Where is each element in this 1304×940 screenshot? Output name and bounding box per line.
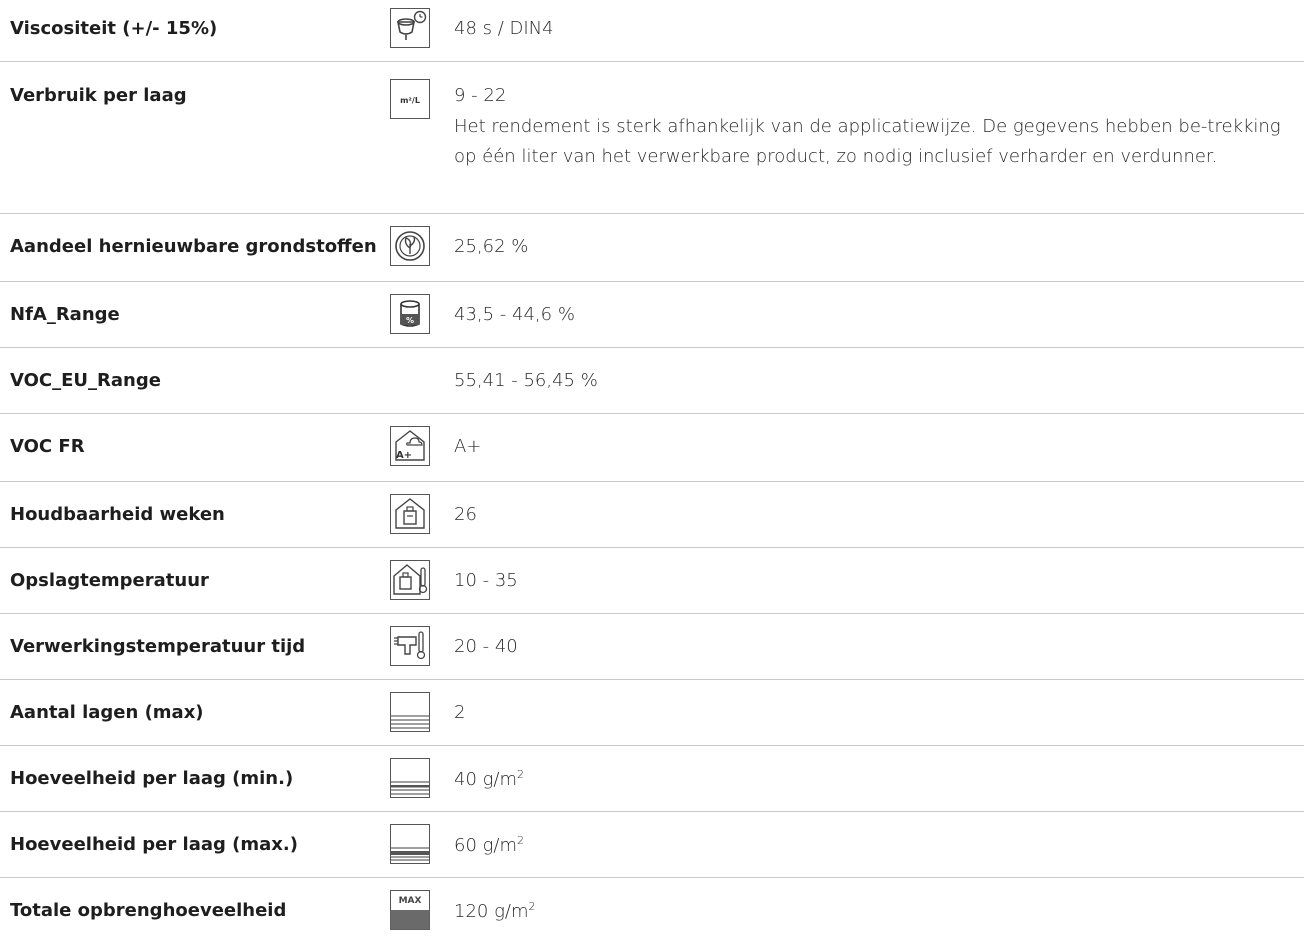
voc-fr-house-icon: A+ — [390, 426, 430, 466]
row-label: Viscositeit (+/- 15%) — [10, 18, 218, 39]
row-label: Hoeveelheid per laag (max.) — [10, 834, 298, 855]
table-row: VOC_EU_Range 55,41 - 56,45 % — [0, 348, 1304, 414]
row-value: 48 s / DIN4 — [454, 18, 554, 39]
storage-temperature-icon — [390, 560, 430, 600]
table-row: Opslagtemperatuur 10 - 35 — [0, 548, 1304, 614]
row-label: Opslagtemperatuur — [10, 570, 209, 591]
spray-gun-thermometer-icon — [390, 626, 430, 666]
row-value: 55,41 - 56,45 % — [454, 370, 598, 391]
row-value: 20 - 40 — [454, 636, 518, 657]
table-row: NfA_Range % 43,5 - 44,6 % — [0, 282, 1304, 348]
row-value: 40 g/m2 — [454, 768, 525, 790]
row-label: Hoeveelheid per laag (min.) — [10, 768, 294, 789]
table-row: Viscositeit (+/- 15%) 48 s / DIN4 — [0, 0, 1304, 62]
row-value: 9 - 22 Het rendement is sterk afhankelij… — [454, 85, 1304, 172]
table-row: VOC FR A+ A+ — [0, 414, 1304, 482]
renewable-leaf-icon — [390, 226, 430, 266]
row-value: A+ — [454, 436, 482, 457]
table-row: Verwerkingstemperatuur tijd 20 - 40 — [0, 614, 1304, 680]
row-value: 2 — [454, 702, 466, 723]
row-label: Verwerkingstemperatuur tijd — [10, 636, 306, 657]
table-row: Hoeveelheid per laag (max.) 60 g/m2 — [0, 812, 1304, 878]
layer-min-icon — [390, 758, 430, 798]
layers-count-icon — [390, 692, 430, 732]
row-value: 26 — [454, 504, 477, 525]
viscosity-cup-timer-icon — [390, 8, 430, 48]
svg-text:m²/L: m²/L — [400, 96, 420, 105]
svg-text:MAX: MAX — [399, 896, 422, 906]
m2-per-liter-icon: m²/L — [390, 79, 430, 119]
table-row: Hoeveelheid per laag (min.) 40 g/m2 — [0, 746, 1304, 812]
table-row: Aantal lagen (max) 2 — [0, 680, 1304, 746]
row-label: VOC FR — [10, 436, 85, 457]
solids-can-icon: % — [390, 294, 430, 334]
table-row: Totale opbrenghoeveelheid MAX 120 g/m2 — [0, 878, 1304, 940]
svg-text:%: % — [406, 316, 414, 325]
yield-note: Het rendement is sterk afhankelijk van d… — [454, 116, 1281, 167]
total-max-icon: MAX — [390, 890, 430, 930]
row-label: Totale opbrenghoeveelheid — [10, 900, 287, 921]
row-label: VOC_EU_Range — [10, 370, 161, 391]
table-row: Aandeel hernieuwbare grondstoffen 25,62 … — [0, 214, 1304, 282]
row-value: 25,62 % — [454, 236, 529, 257]
row-label: NfA_Range — [10, 304, 120, 325]
svg-text:A+: A+ — [396, 450, 412, 461]
product-properties-table: Viscositeit (+/- 15%) 48 s / DIN4 Verbru… — [0, 0, 1304, 940]
row-value: 10 - 35 — [454, 570, 518, 591]
row-value: 60 g/m2 — [454, 834, 525, 856]
shelf-life-house-icon — [390, 494, 430, 534]
row-value: 120 g/m2 — [454, 900, 536, 922]
row-label: Houdbaarheid weken — [10, 504, 225, 525]
table-row: Verbruik per laag m²/L 9 - 22 Het rendem… — [0, 62, 1304, 214]
row-label: Aantal lagen (max) — [10, 702, 204, 723]
row-label: Aandeel hernieuwbare grondstoffen — [10, 236, 377, 257]
table-row: Houdbaarheid weken 26 — [0, 482, 1304, 548]
layer-max-icon — [390, 824, 430, 864]
row-label: Verbruik per laag — [10, 85, 187, 106]
row-value: 43,5 - 44,6 % — [454, 304, 575, 325]
